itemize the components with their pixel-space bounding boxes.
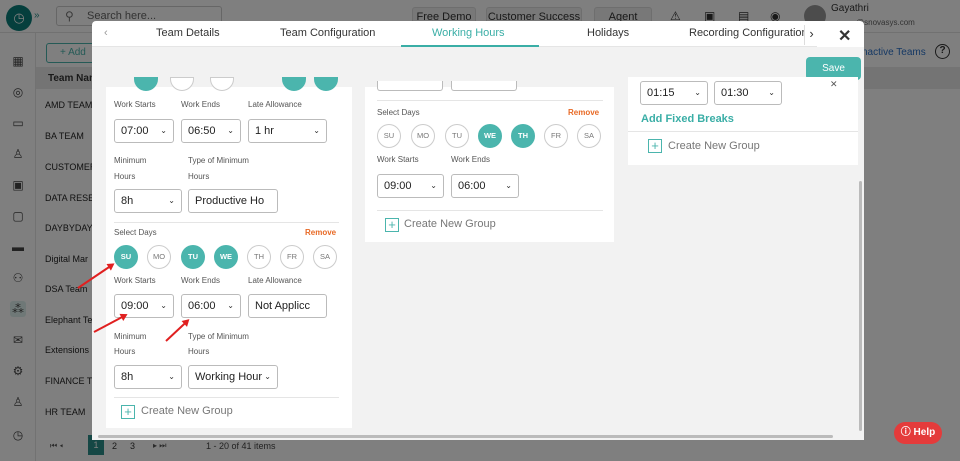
late-allowance-label: Late Allowance <box>248 100 302 109</box>
day-toggle-mo[interactable]: MO <box>411 124 435 148</box>
remove-group-link[interactable]: Remove <box>305 228 336 237</box>
chevron-down-icon: ⌄ <box>694 88 701 97</box>
work-ends-select[interactable]: 06:00 ⌄ <box>181 294 241 318</box>
type-of-minimum-label: Type of Minimum <box>188 156 249 165</box>
divider <box>114 222 339 223</box>
work-ends-select[interactable]: 06:50 ⌄ <box>181 119 241 143</box>
middle-group-panel: Select Days Remove SU MO TU WE TH FR SA … <box>365 81 614 242</box>
day-toggle-sa[interactable]: SA <box>313 245 337 269</box>
day-toggle-fr[interactable]: FR <box>544 124 568 148</box>
left-group-panel: Work Starts Work Ends Late Allowance 07:… <box>106 77 352 428</box>
remove-break-icon[interactable]: ✕ <box>830 79 838 90</box>
day-toggle-fr[interactable]: FR <box>280 245 304 269</box>
divider <box>114 397 339 398</box>
tab-prev-chevron-icon[interactable]: ‹ <box>104 27 108 39</box>
vertical-scrollbar[interactable] <box>859 181 862 431</box>
divider <box>628 131 858 132</box>
team-edit-modal: ‹ Team Details Team Configuration Workin… <box>92 21 864 440</box>
plus-icon[interactable]: + <box>121 405 135 419</box>
tab-next-chevron-icon[interactable]: › <box>804 25 818 45</box>
chevron-down-icon: ⌄ <box>264 372 271 381</box>
help-circle-icon: ⓘ <box>900 427 914 438</box>
chevron-down-icon: ⌄ <box>168 196 175 205</box>
work-ends-label: Work Ends <box>181 100 220 109</box>
select-days-label: Select Days <box>114 228 157 237</box>
work-starts-label: Work Starts <box>377 155 419 164</box>
day-toggle-we[interactable]: WE <box>478 124 502 148</box>
minimum-hours-label-2: Hours <box>114 347 136 356</box>
work-starts-select[interactable]: 09:00 ⌄ <box>377 174 444 198</box>
divider <box>377 210 603 211</box>
day-toggle-sa[interactable]: SA <box>577 124 601 148</box>
tab-team-details[interactable]: Team Details <box>156 27 220 39</box>
minimum-hours-label: Minimum <box>114 332 147 341</box>
chevron-down-icon: ⌄ <box>768 88 775 97</box>
create-new-group-button[interactable]: Create New Group <box>404 218 496 230</box>
day-toggle-partial[interactable] <box>170 77 194 91</box>
late-allowance-select[interactable]: Not Applicc <box>248 294 327 318</box>
chevron-down-icon: ⌄ <box>430 181 437 190</box>
day-toggle-partial[interactable] <box>314 77 338 91</box>
day-toggle-partial[interactable] <box>282 77 306 91</box>
minimum-hours-select[interactable]: 8h ⌄ <box>114 189 182 213</box>
day-toggle-we[interactable]: WE <box>214 245 238 269</box>
tab-working-hours[interactable]: Working Hours <box>432 27 505 39</box>
type-of-minimum-label-2: Hours <box>188 347 210 356</box>
day-toggle-tu[interactable]: TU <box>181 245 205 269</box>
type-of-minimum-select[interactable]: Working Hour ⌄ <box>188 365 278 389</box>
chevron-down-icon: ⌄ <box>505 181 512 190</box>
remove-group-link[interactable]: Remove <box>568 108 599 117</box>
chevron-down-icon: ⌄ <box>160 126 167 135</box>
divider <box>377 100 603 101</box>
add-fixed-breaks-link[interactable]: Add Fixed Breaks <box>641 113 734 125</box>
breaks-panel: 01:15 ⌄ 01:30 ⌄ ✕ Add Fixed Breaks + Creat… <box>628 77 858 165</box>
close-icon[interactable]: ✕ <box>838 26 851 46</box>
horizontal-scrollbar[interactable] <box>98 435 833 438</box>
day-toggle-su[interactable]: SU <box>377 124 401 148</box>
work-ends-label: Work Ends <box>181 276 220 285</box>
late-allowance-select[interactable]: 1 hr ⌄ <box>248 119 327 143</box>
plus-icon[interactable]: + <box>648 139 662 153</box>
modal-tabs: ‹ Team Details Team Configuration Workin… <box>92 21 818 47</box>
day-toggle-tu[interactable]: TU <box>445 124 469 148</box>
day-toggle-partial[interactable] <box>134 77 158 91</box>
help-button[interactable]: ⓘ Help <box>894 422 942 444</box>
day-toggle-partial[interactable] <box>210 77 234 91</box>
tab-team-configuration[interactable]: Team Configuration <box>280 27 375 39</box>
chevron-down-icon: ⌄ <box>160 301 167 310</box>
work-starts-label: Work Starts <box>114 100 156 109</box>
day-toggle-th[interactable]: TH <box>247 245 271 269</box>
minimum-hours-select[interactable]: 8h ⌄ <box>114 365 182 389</box>
type-of-minimum-select[interactable]: Productive Ho <box>188 189 278 213</box>
break-to-select[interactable]: 01:30 ⌄ <box>714 81 782 105</box>
minimum-hours-label-2: Hours <box>114 172 136 181</box>
day-toggle-su[interactable]: SU <box>114 245 138 269</box>
plus-icon[interactable]: + <box>385 218 399 232</box>
chevron-down-icon: ⌄ <box>227 126 234 135</box>
work-ends-label: Work Ends <box>451 155 490 164</box>
work-starts-select[interactable]: 07:00 ⌄ <box>114 119 174 143</box>
type-of-minimum-label: Type of Minimum <box>188 332 249 341</box>
create-new-group-button[interactable]: Create New Group <box>668 140 760 152</box>
break-from-select[interactable]: 01:15 ⌄ <box>640 81 708 105</box>
day-toggle-th[interactable]: TH <box>511 124 535 148</box>
type-of-minimum-label-2: Hours <box>188 172 210 181</box>
tab-recording-configuration[interactable]: Recording Configuration <box>689 27 808 39</box>
late-allowance-label: Late Allowance <box>248 276 302 285</box>
select-days-label: Select Days <box>377 108 420 117</box>
work-ends-select[interactable]: 06:00 ⌄ <box>451 174 519 198</box>
partial-select[interactable] <box>451 81 517 91</box>
work-starts-label: Work Starts <box>114 276 156 285</box>
tab-holidays[interactable]: Holidays <box>587 27 629 39</box>
chevron-down-icon: ⌄ <box>313 126 320 135</box>
chevron-down-icon: ⌄ <box>168 372 175 381</box>
minimum-hours-label: Minimum <box>114 156 147 165</box>
chevron-down-icon: ⌄ <box>227 301 234 310</box>
create-new-group-button[interactable]: Create New Group <box>141 405 233 417</box>
day-toggle-mo[interactable]: MO <box>147 245 171 269</box>
partial-select[interactable] <box>377 81 443 91</box>
